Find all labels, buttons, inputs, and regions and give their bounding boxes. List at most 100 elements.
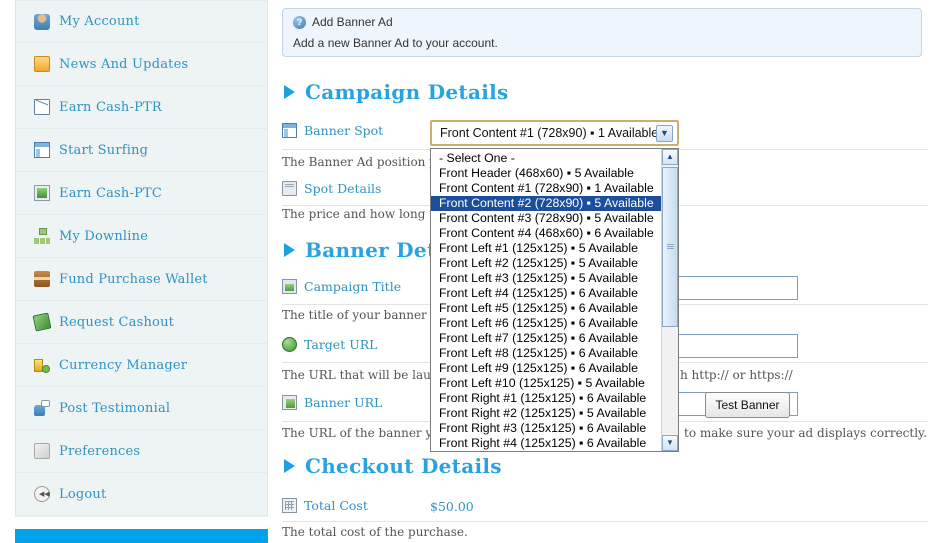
triangle-icon [284, 459, 295, 473]
sidebar-item-my-downline[interactable]: My Downline [16, 215, 267, 258]
rewind-icon [34, 486, 50, 502]
sidebar-item-label: Earn Cash-PTR [59, 99, 162, 115]
field-label-campaign-title: Campaign Title [282, 279, 401, 294]
sidebar-item-start-surfing[interactable]: Start Surfing [16, 129, 267, 172]
option-item[interactable]: Front Content #3 (728x90) ▪ 5 Available [431, 211, 661, 226]
triangle-icon [284, 85, 295, 99]
sidebar-item-label: News And Updates [59, 56, 189, 72]
banner-url-icon [282, 395, 297, 410]
org-chart-icon [34, 228, 50, 244]
option-item[interactable]: Front Left #6 (125x125) ▪ 6 Available [431, 316, 661, 331]
field-label-spot-details: Spot Details [282, 181, 381, 196]
field-label-total-cost: Total Cost [282, 498, 368, 513]
field-label-text: Target URL [304, 337, 378, 352]
option-item[interactable]: Front Content #1 (728x90) ▪ 1 Available [431, 181, 661, 196]
test-banner-button[interactable]: Test Banner [705, 392, 790, 418]
calculator-icon [282, 498, 297, 513]
coins-icon [34, 357, 50, 373]
option-list-items: - Select One - Front Header (468x60) ▪ 5 … [431, 151, 661, 451]
field-help-target-url-right: h http:// or https:// [680, 368, 793, 382]
sidebar-item-post-testimonial[interactable]: Post Testimonial [16, 387, 267, 430]
option-item[interactable]: Front Header (468x60) ▪ 5 Available [431, 166, 661, 181]
sidebar-item-currency-manager[interactable]: Currency Manager [16, 344, 267, 387]
option-item[interactable]: Front Left #10 (125x125) ▪ 5 Available [431, 376, 661, 391]
target-url-input[interactable] [676, 334, 798, 358]
field-help-spot-details: The price and how long the [282, 207, 449, 221]
option-item[interactable]: Front Left #8 (125x125) ▪ 6 Available [431, 346, 661, 361]
banner-spot-option-list[interactable]: - Select One - Front Header (468x60) ▪ 5 … [430, 148, 679, 452]
option-item[interactable]: Front Left #5 (125x125) ▪ 6 Available [431, 301, 661, 316]
sidebar-item-fund-purchase-wallet[interactable]: Fund Purchase Wallet [16, 258, 267, 301]
campaign-title-icon [282, 279, 297, 294]
globe-icon [282, 337, 297, 352]
sidebar-item-preferences[interactable]: Preferences [16, 430, 267, 473]
sidebar-item-label: My Downline [59, 228, 149, 244]
total-cost-value: $50.00 [430, 499, 474, 514]
field-label-text: Campaign Title [304, 279, 402, 294]
field-help-banner-url-right: to make sure your ad displays correctly. [684, 426, 928, 440]
sidebar-item-label: Preferences [59, 443, 141, 459]
option-item[interactable]: Front Left #9 (125x125) ▪ 6 Available [431, 361, 661, 376]
banner-spot-icon [282, 123, 297, 138]
sidebar-item-earn-cash-ptc[interactable]: Earn Cash-PTC [16, 172, 267, 215]
user-comment-icon [34, 400, 50, 416]
field-label-banner-url: Banner URL [282, 395, 382, 410]
section-title-campaign-details: Campaign Details [305, 80, 509, 104]
option-item[interactable]: Front Right #4 (125x125) ▪ 6 Available [431, 436, 661, 451]
section-title-banner-details: Banner Deta [305, 238, 450, 262]
main-content: ? Add Banner Ad Add a new Banner Ad to y… [280, 0, 930, 543]
page-root: My Account News And Updates Earn Cash-PTR S… [0, 0, 930, 543]
field-label-text: Banner URL [304, 395, 383, 410]
field-label-text: Spot Details [304, 181, 382, 196]
option-item[interactable]: Front Left #4 (125x125) ▪ 6 Available [431, 286, 661, 301]
person-icon [34, 13, 50, 30]
sidebar-item-logout[interactable]: Logout [16, 473, 267, 516]
option-item[interactable]: Front Right #1 (125x125) ▪ 6 Available [431, 391, 661, 406]
sidebar: My Account News And Updates Earn Cash-PTR S… [15, 0, 268, 517]
field-help-target-url: The URL that will be launch [282, 368, 454, 382]
sidebar-item-label: Currency Manager [59, 357, 188, 373]
sidebar-item-label: Post Testimonial [59, 400, 171, 416]
option-item[interactable]: Front Content #2 (728x90) ▪ 5 Available [431, 196, 661, 211]
option-item[interactable]: Front Left #7 (125x125) ▪ 6 Available [431, 331, 661, 346]
option-item[interactable]: Front Left #3 (125x125) ▪ 5 Available [431, 271, 661, 286]
chevron-down-icon[interactable]: ▼ [656, 125, 673, 142]
field-help-banner-url: The URL of the banner you [282, 426, 448, 440]
option-item[interactable]: Front Left #1 (125x125) ▪ 5 Available [431, 241, 661, 256]
scrollbar-thumb[interactable] [662, 167, 678, 327]
field-help-total-cost: The total cost of the purchase. [282, 525, 468, 539]
page-description: Add a new Banner Ad to your account. [293, 36, 498, 50]
sidebar-item-label: Start Surfing [59, 142, 149, 158]
scroll-down-icon[interactable]: ▼ [662, 435, 678, 451]
campaign-title-input[interactable] [676, 276, 798, 300]
section-header-checkout-details: Checkout Details [284, 454, 502, 478]
field-help-banner-spot: The Banner Ad position you [282, 155, 451, 169]
sidebar-item-my-account[interactable]: My Account [16, 0, 267, 43]
field-label-text: Total Cost [304, 498, 368, 513]
sidebar-item-earn-cash-ptr[interactable]: Earn Cash-PTR [16, 86, 267, 129]
page-info-box: ? Add Banner Ad Add a new Banner Ad to y… [282, 8, 922, 57]
sidebar-item-news-and-updates[interactable]: News And Updates [16, 43, 267, 86]
sidebar-item-label: Logout [59, 486, 107, 502]
scroll-up-icon[interactable]: ▲ [662, 149, 678, 165]
option-item[interactable]: Front Right #3 (125x125) ▪ 6 Available [431, 421, 661, 436]
sidebar-bottom-bar [15, 529, 268, 543]
field-label-banner-spot: Banner Spot [282, 123, 383, 138]
banner-spot-select[interactable]: Front Content #1 (728x90) ▪ 1 Available … [430, 120, 679, 146]
field-help-campaign-title: The title of your banner ad. [282, 308, 450, 322]
field-label-target-url: Target URL [282, 337, 377, 352]
option-item[interactable]: Front Left #2 (125x125) ▪ 5 Available [431, 256, 661, 271]
sidebar-item-request-cashout[interactable]: Request Cashout [16, 301, 267, 344]
page-title: Add Banner Ad [312, 15, 393, 29]
news-icon [34, 56, 50, 72]
spot-details-icon [282, 181, 297, 196]
divider [282, 521, 928, 522]
option-item[interactable]: Front Content #4 (468x60) ▪ 6 Available [431, 226, 661, 241]
option-item[interactable]: Front Right #2 (125x125) ▪ 5 Available [431, 406, 661, 421]
envelope-icon [34, 99, 50, 115]
section-header-campaign-details: Campaign Details [284, 80, 509, 104]
triangle-icon [284, 243, 295, 257]
sidebar-item-label: Earn Cash-PTC [59, 185, 163, 201]
option-item[interactable]: - Select One - [431, 151, 661, 166]
option-list-scrollbar[interactable]: ▲ ▼ [661, 149, 678, 451]
